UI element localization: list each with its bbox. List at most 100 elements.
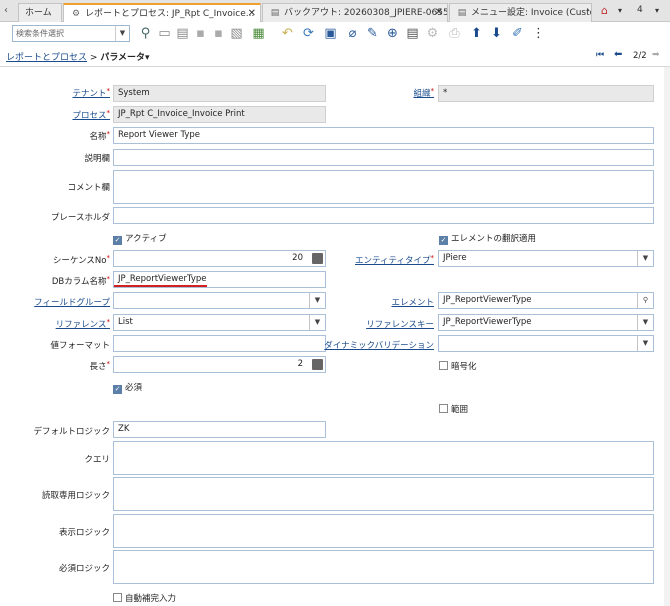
next-record-icon[interactable]: ➡ [652,50,660,60]
tab-home[interactable]: ホーム [18,3,62,22]
breadcrumb-current[interactable]: パラメータ▾ [100,53,149,63]
print-icon[interactable]: ⎙ [447,26,462,41]
tab-count-dropdown-icon[interactable]: ▾ [655,6,659,15]
tenant-label[interactable]: テナント* [72,87,110,99]
chat-icon[interactable]: ✎ [365,26,380,41]
process-field[interactable]: JP_Rpt C_Invoice_Invoice Print [113,106,326,123]
dynamic-validation-label[interactable]: ダイナミックバリデーション [324,339,434,351]
search-input[interactable]: 検索条件選択 ▼ [12,25,130,42]
reference-label[interactable]: リファレンス* [56,318,110,330]
scrollbar[interactable] [664,67,670,606]
element-input[interactable]: JP_ReportViewerType ⚲ [438,292,654,309]
search-placeholder: 検索条件選択 [16,29,64,38]
close-icon[interactable]: ✕ [248,5,256,23]
mandatory-logic-label: 必須ロジック [58,564,110,574]
tag-icon[interactable]: ✐ [510,26,525,41]
chevron-down-icon[interactable]: ▼ [309,315,325,330]
tab-backout[interactable]: ▤ バックアウト: 20260308_JPIERE-0655 ✕ [262,3,448,22]
field-group-select[interactable]: ▼ [113,292,326,309]
tab-scroll-right-icon[interactable]: › [586,5,590,16]
default-logic-value: ZK [118,424,130,434]
chevron-down-icon[interactable]: ▼ [115,26,129,41]
field-group-label[interactable]: フィールドグループ [34,296,110,308]
length-input[interactable]: 2 [113,356,326,373]
search-icon[interactable]: ⚲ [138,26,153,41]
entity-type-select[interactable]: JPiere ▼ [438,250,654,267]
close-icon[interactable]: ✕ [435,4,443,22]
chevron-down-icon[interactable]: ▼ [637,336,653,351]
default-logic-input[interactable]: ZK [113,421,326,438]
previous-record-icon[interactable]: ⬅ [614,49,622,60]
chevron-down-icon[interactable]: ▼ [637,251,653,266]
calculator-icon[interactable] [312,253,323,264]
grid-toggle-icon[interactable]: ▦ [251,26,266,41]
comment-label: コメント欄 [67,183,110,193]
name-input[interactable]: Report Viewer Type [113,127,654,144]
process-icon[interactable]: ⚙ [425,26,440,41]
home-icon[interactable]: ⌂ [601,4,608,17]
tab-menu-settings[interactable]: ▤ メニュー設定: Invoice (Custo [449,3,592,22]
process-label[interactable]: プロセス* [72,109,110,121]
new-record-icon[interactable]: ▭ [157,26,172,41]
dynamic-validation-select[interactable]: ▼ [438,335,654,352]
required-mark: * [430,254,435,262]
chevron-down-icon[interactable]: ▼ [637,315,653,330]
arrow-down-icon[interactable]: ⬇ [489,26,504,41]
help-icon[interactable]: ▣ [323,26,338,41]
query-label: クエリ [84,455,110,465]
element-translation-checkbox[interactable]: ✓ エレメントの翻訳適用 [439,232,536,245]
placeholder-input[interactable] [113,207,654,224]
reference-select[interactable]: List ▼ [113,314,326,331]
required-mark: * [106,109,111,117]
query-textarea[interactable] [113,441,654,475]
range-checkbox[interactable]: 範囲 [439,403,468,415]
search-icon[interactable]: ⚲ [637,293,653,308]
refresh-icon[interactable]: ⟳ [301,26,316,41]
reference-key-label[interactable]: リファレンスキー [366,318,434,330]
encrypted-checkbox[interactable]: 暗号化 [439,360,477,372]
active-checkbox[interactable]: ✓ アクティブ [113,232,167,245]
delete-icon[interactable]: ▧ [229,26,244,41]
tab-menu-settings-label: メニュー設定: Invoice (Custo [471,8,592,18]
description-label: 説明欄 [84,154,110,164]
tab-list-dropdown-icon[interactable]: ▾ [618,6,622,15]
first-record-icon[interactable]: ⏮ [596,50,604,60]
comment-textarea[interactable] [113,170,654,204]
save-icon[interactable]: ▪ [193,26,208,41]
display-logic-textarea[interactable] [113,514,654,548]
highlight-underline [114,285,207,287]
reference-label-text: リファレンス [55,320,107,330]
zoom-icon[interactable]: ⊕ [385,26,400,41]
org-field[interactable]: * [438,85,654,102]
breadcrumb-parent[interactable]: レポートとプロセス [6,53,87,63]
tab-bar: ‹ ホーム ⚙ レポートとプロセス: JP_Rpt C_Invoice... ✕ ▤… [0,0,670,23]
seq-label-text: シーケンスNo [52,256,107,266]
readonly-logic-textarea[interactable] [113,477,654,511]
arrow-up-icon[interactable]: ⬆ [469,26,484,41]
copy-icon[interactable]: ▤ [175,26,190,41]
report-icon[interactable]: ▤ [405,26,420,41]
save-new-icon[interactable]: ▪ [211,26,226,41]
seq-value: 20 [292,253,303,263]
tenant-field[interactable]: System [113,85,326,102]
mandatory-logic-textarea[interactable] [113,550,654,584]
seq-input[interactable]: 20 [113,250,326,267]
checkbox-empty-icon [439,404,448,413]
tab-report-process[interactable]: ⚙ レポートとプロセス: JP_Rpt C_Invoice... ✕ [63,3,261,23]
more-icon[interactable]: ⋮ [531,26,546,41]
name-label-text: 名称 [89,132,107,142]
attachment-icon[interactable]: ⌀ [345,26,360,41]
chevron-down-icon[interactable]: ▼ [309,293,325,308]
calculator-icon[interactable] [312,359,323,370]
reference-key-select[interactable]: JP_ReportViewerType ▼ [438,314,654,331]
mandatory-checkbox[interactable]: ✓ 必須 [113,381,142,394]
undo-icon[interactable]: ↶ [280,26,295,41]
autocomplete-checkbox[interactable]: 自動補完入力 [113,592,176,604]
org-label[interactable]: 組織* [413,87,434,99]
element-label[interactable]: エレメント [391,296,434,308]
check-icon: ✓ [113,385,122,394]
entity-type-label[interactable]: エンティティタイプ* [355,254,434,266]
value-format-input[interactable] [113,335,326,352]
tab-scroll-left-icon[interactable]: ‹ [4,5,8,16]
description-input[interactable] [113,149,654,166]
